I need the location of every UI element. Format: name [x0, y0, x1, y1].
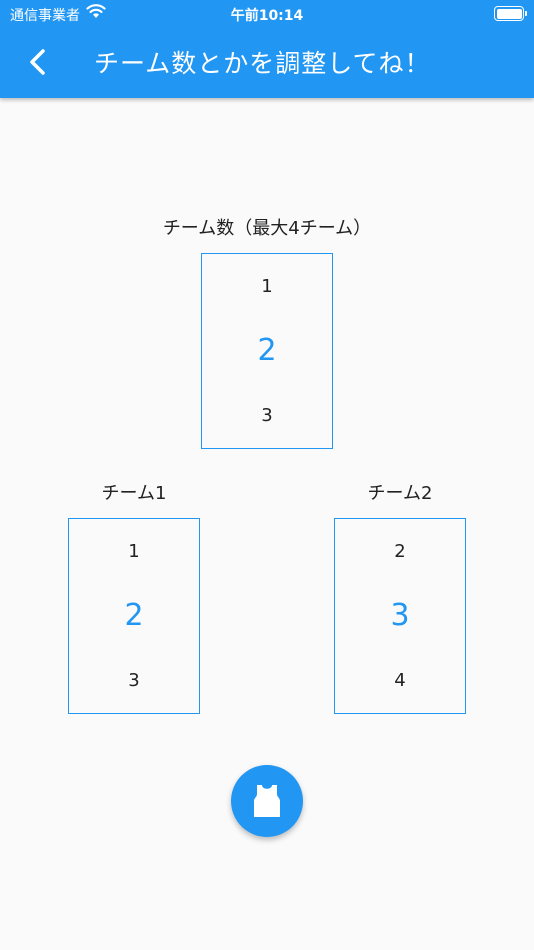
battery-icon	[494, 6, 527, 21]
status-time: 午前10:14	[230, 8, 304, 24]
picker-option[interactable]: 3	[202, 405, 332, 426]
app-bar: 通信事業者 午前10:14 チーム数とかを調整してね！	[0, 0, 534, 98]
picker-option[interactable]: 1	[202, 276, 332, 297]
team1-label: チーム1	[101, 483, 167, 504]
status-bar: 通信事業者 午前10:14	[0, 0, 534, 28]
picker-selected-option[interactable]: 2	[69, 598, 199, 633]
team2-picker[interactable]: 2 3 4	[334, 518, 466, 714]
team1-picker[interactable]: 1 2 3	[68, 518, 200, 714]
team-count-label: チーム数（最大4チーム）	[162, 218, 372, 239]
picker-selected-option[interactable]: 3	[335, 598, 465, 633]
start-fab-button[interactable]	[231, 765, 303, 837]
picker-option[interactable]: 2	[335, 541, 465, 562]
picker-option[interactable]: 3	[69, 670, 199, 691]
jersey-icon	[254, 785, 280, 817]
picker-selected-option[interactable]: 2	[202, 333, 332, 368]
picker-option[interactable]: 4	[335, 670, 465, 691]
team-count-picker[interactable]: 1 2 3	[201, 253, 333, 449]
chevron-left-icon	[30, 49, 45, 75]
team2-label: チーム2	[367, 483, 433, 504]
back-button[interactable]	[18, 42, 58, 82]
picker-option[interactable]: 1	[69, 541, 199, 562]
page-title: チーム数とかを調整してね！	[94, 49, 431, 78]
